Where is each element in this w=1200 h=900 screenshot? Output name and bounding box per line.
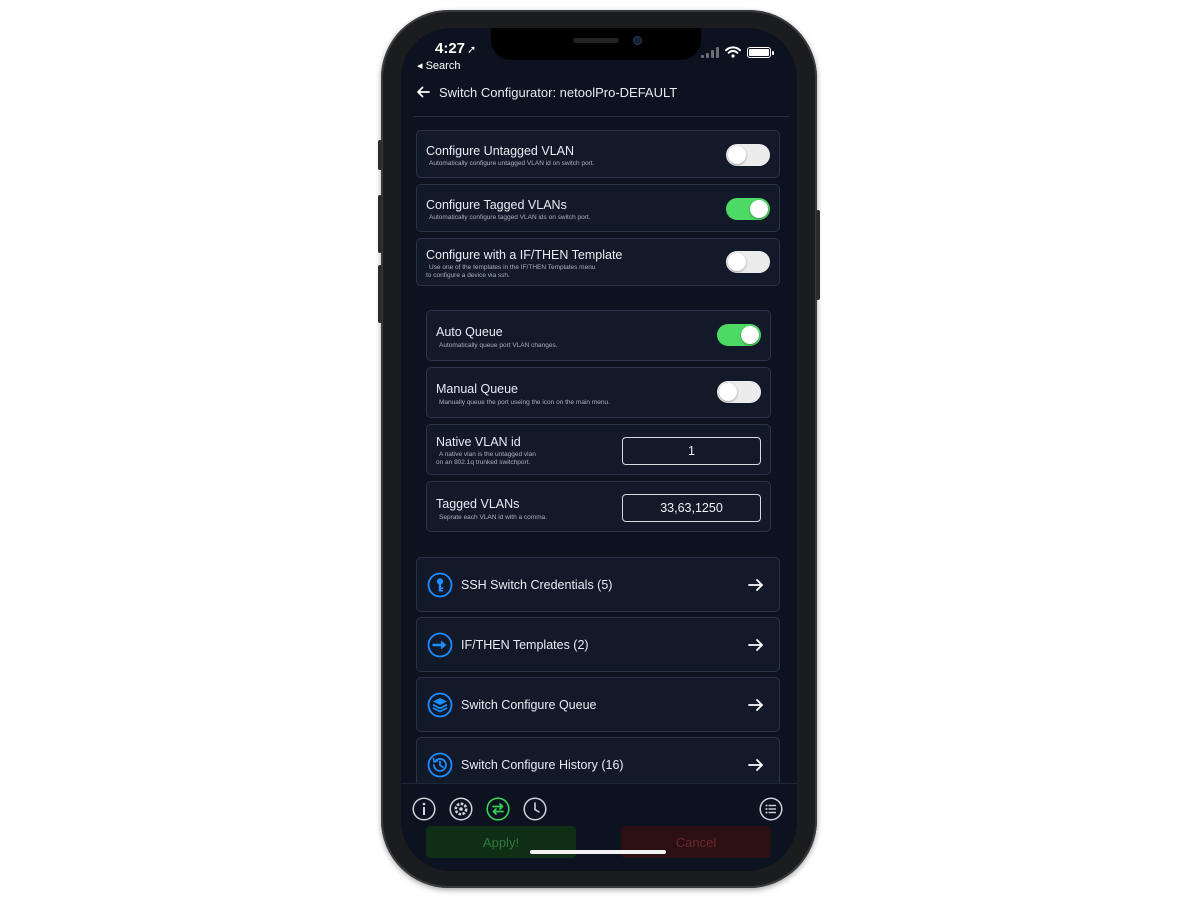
setting-auto-queue: Auto Queue Automatically queue port VLAN… [426, 310, 771, 361]
nav-label: SSH Switch Credentials (5) [461, 578, 613, 592]
nav-label: Switch Configure History (16) [461, 758, 624, 772]
page-title: Switch Configurator: netoolPro-DEFAULT [439, 84, 678, 100]
menu-list-icon[interactable] [759, 797, 783, 821]
speaker [573, 38, 619, 43]
back-arrow-icon[interactable] [415, 84, 431, 100]
nav-header: Switch Configurator: netoolPro-DEFAULT [415, 84, 677, 100]
location-arrow-icon: ➚ [467, 44, 477, 56]
setting-description: Manually queue the port useing the icon … [439, 399, 610, 406]
setting-untagged-vlan: Configure Untagged VLAN Automatically co… [416, 130, 780, 178]
setting-title: Auto Queue [436, 325, 503, 339]
tagged-vlans-input[interactable]: 33,63,1250 [622, 494, 761, 522]
nav-switch-configure-queue[interactable]: Switch Configure Queue [416, 677, 780, 732]
setting-title: Tagged VLANs [436, 497, 520, 511]
status-time: 4:27 ➚ [435, 40, 476, 57]
volume-down-button [378, 265, 382, 323]
key-icon [427, 572, 453, 598]
wifi-icon [725, 46, 741, 58]
info-icon[interactable] [412, 797, 436, 821]
notch [491, 28, 701, 60]
setting-tagged-vlans: Configure Tagged VLANs Automatically con… [416, 184, 780, 232]
nav-label: Switch Configure Queue [461, 698, 597, 712]
time-text: 4:27 [435, 40, 466, 57]
clock-icon[interactable] [523, 797, 547, 821]
arrow-right-icon [748, 639, 763, 651]
phone-screen: 4:27 ➚ ◂ Search Switch Configurator: neto… [401, 28, 797, 871]
battery-icon [747, 46, 774, 58]
layers-icon [427, 692, 453, 718]
volume-up-button [378, 195, 382, 253]
tagged-vlans-toggle[interactable] [726, 198, 770, 220]
camera [633, 36, 642, 45]
setting-description: Automatically configure untagged VLAN id… [429, 160, 595, 167]
setting-description-line2: to configure a device via ssh. [426, 272, 510, 279]
home-indicator[interactable] [530, 850, 666, 854]
setting-description-line2: on an 802.1q trunked switchport. [436, 459, 531, 466]
setting-description: Automatically configure tagged VLAN ids … [429, 214, 591, 221]
back-to-search-link[interactable]: ◂ Search [417, 59, 460, 72]
setting-description: A native vlan is the untagged vlan [439, 451, 536, 458]
setting-description: Use one of the templates in the IF/THEN … [429, 264, 596, 271]
setting-description: Seprate each VLAN id with a comma. [439, 514, 548, 521]
nav-ifthen-templates[interactable]: IF/THEN Templates (2) [416, 617, 780, 672]
setting-title: Native VLAN id [436, 435, 521, 449]
setting-title: Configure with a IF/THEN Template [426, 248, 623, 262]
auto-queue-toggle[interactable] [717, 324, 761, 346]
arrow-right-icon [748, 699, 763, 711]
nav-ssh-credentials[interactable]: SSH Switch Credentials (5) [416, 557, 780, 612]
native-vlan-input[interactable]: 1 [622, 437, 761, 465]
switch-configurator-icon[interactable] [486, 797, 510, 821]
setting-ifthen-template: Configure with a IF/THEN Template Use on… [416, 238, 780, 286]
setting-title: Manual Queue [436, 382, 519, 396]
nav-label: IF/THEN Templates (2) [461, 638, 589, 652]
setting-manual-queue: Manual Queue Manually queue the port use… [426, 367, 771, 418]
settings-gear-icon[interactable] [449, 797, 473, 821]
power-button [816, 210, 820, 300]
untagged-vlan-toggle[interactable] [726, 144, 770, 166]
ifthen-template-toggle[interactable] [726, 251, 770, 273]
arrow-right-icon [748, 579, 763, 591]
arrow-circle-icon [427, 632, 453, 658]
mute-switch [378, 140, 382, 170]
setting-tagged-vlan-ids: Tagged VLANs Seprate each VLAN id with a… [426, 481, 771, 532]
history-icon [427, 752, 453, 778]
header-divider [413, 116, 789, 117]
signal-icon [701, 46, 719, 58]
setting-title: Configure Untagged VLAN [426, 144, 575, 158]
bottom-toolbar: Apply! Cancel [401, 783, 797, 871]
setting-title: Configure Tagged VLANs [426, 198, 567, 212]
arrow-right-icon [748, 759, 763, 771]
setting-native-vlan: Native VLAN id A native vlan is the unta… [426, 424, 771, 475]
status-icons [701, 46, 774, 58]
setting-description: Automatically queue port VLAN changes. [439, 342, 558, 349]
manual-queue-toggle[interactable] [717, 381, 761, 403]
